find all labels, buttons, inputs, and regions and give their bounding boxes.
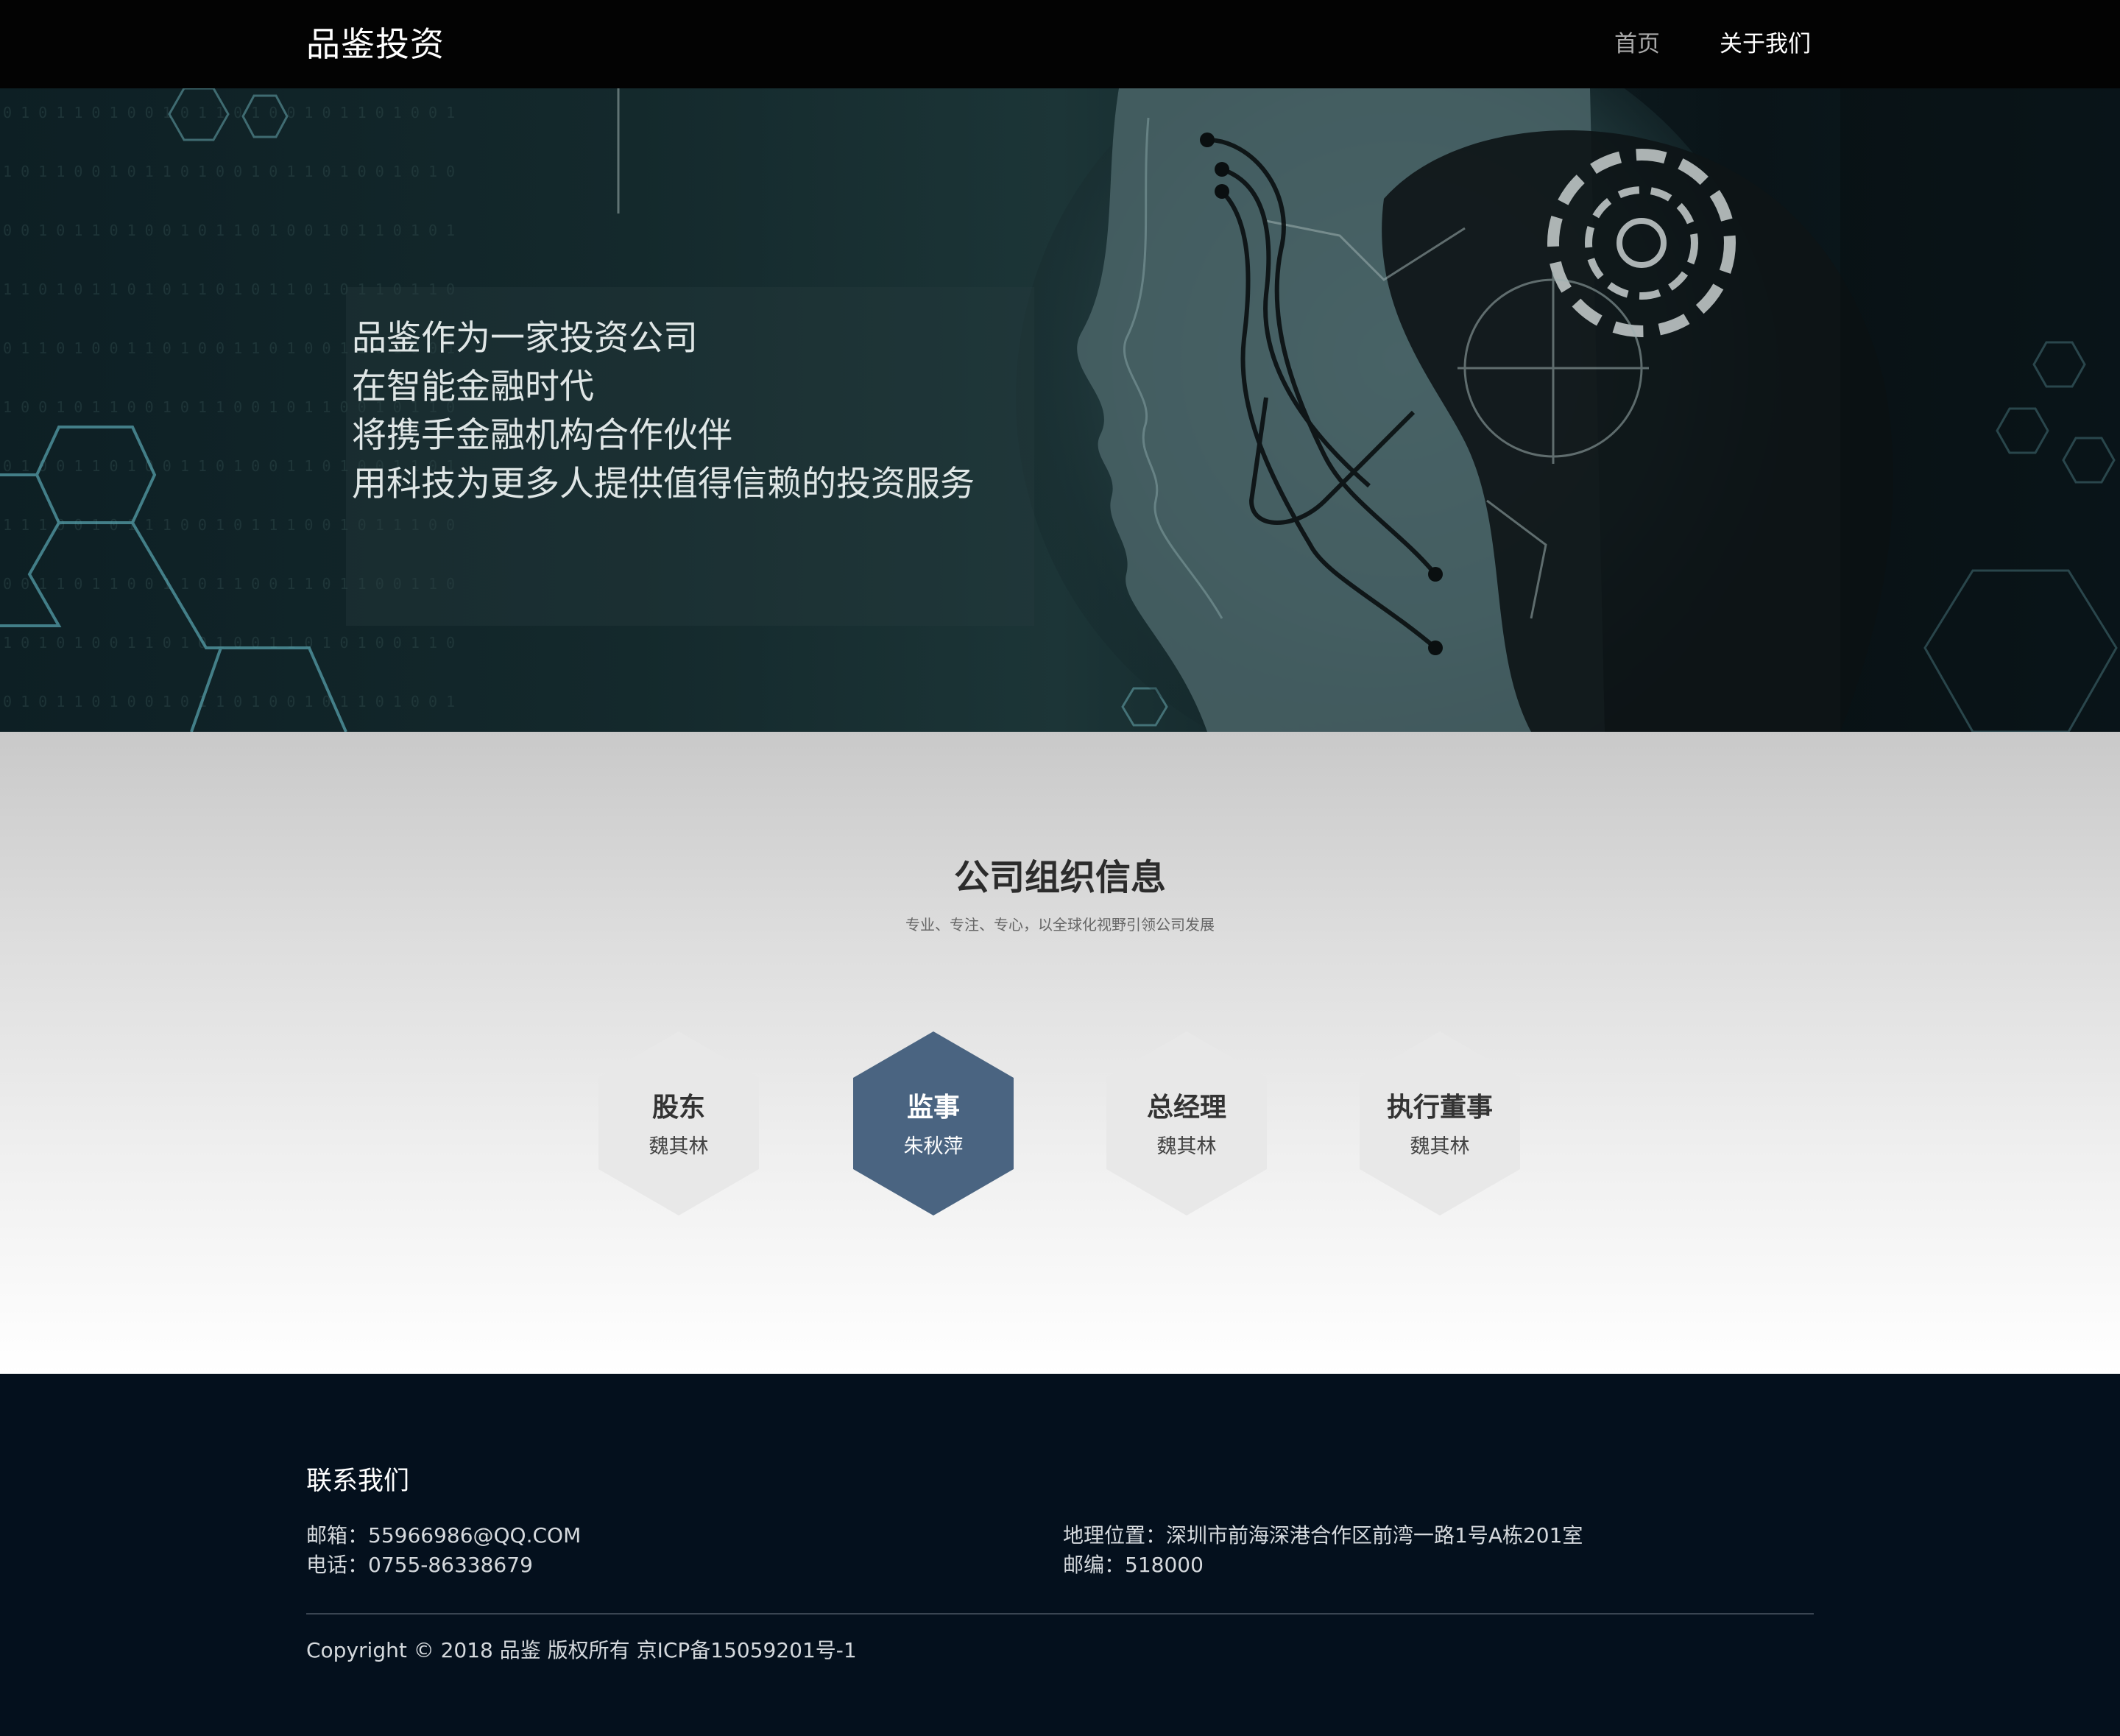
footer: 联系我们 邮箱：55966986@QQ.COM 电话：0755-86338679…: [0, 1374, 2120, 1736]
nav-link-about[interactable]: 关于我们: [1720, 28, 1811, 60]
footer-address: 地理位置：深圳市前海深港合作区前湾一路1号A栋201室: [1063, 1523, 1583, 1548]
brand-logo[interactable]: 品鉴投资: [306, 22, 445, 66]
hero-slogan-line-3: 将携手金融机构合作伙伴: [352, 415, 732, 456]
hero-illustration: 0 1 0 1 1 0 1 0 0 1 0 1 1 0 1 0 0 1 0 1 …: [0, 88, 2120, 732]
org-card-name: 魏其林: [1156, 1135, 1217, 1158]
org-info-section: 公司组织信息 专业、专注、专心，以全球化视野引领公司发展 股东 魏其林 监事 朱…: [0, 732, 2120, 1374]
footer-email: 邮箱：55966986@QQ.COM: [306, 1523, 582, 1548]
org-card-role: 总经理: [1146, 1093, 1226, 1123]
footer-copyright: Copyright © 2018 品鉴 版权所有 京ICP备15059201号-…: [306, 1638, 857, 1662]
org-card-shareholder[interactable]: 股东 魏其林: [596, 1030, 761, 1217]
org-card-name: 魏其林: [1410, 1135, 1470, 1158]
org-card-name: 魏其林: [649, 1135, 709, 1158]
footer-divider: [306, 1613, 1814, 1615]
org-card-role: 执行董事: [1386, 1093, 1493, 1123]
section-title: 公司组织信息: [953, 857, 1166, 898]
svg-text:0 1 0 1 1 0 1 0 0 1 0 1 1 0 1: 0 1 0 1 1 0 1 0 0 1 0 1 1 0 1 0 0 1 0 1 …: [3, 693, 455, 710]
org-card-supervisor[interactable]: 监事 朱秋萍: [851, 1030, 1016, 1217]
org-card-general-manager[interactable]: 总经理 魏其林: [1104, 1030, 1269, 1217]
footer-postcode: 邮编：518000: [1063, 1553, 1204, 1577]
org-card-role: 股东: [651, 1093, 705, 1123]
footer-phone: 电话：0755-86338679: [306, 1553, 533, 1577]
svg-text:0 1 0 1 1 0 1 0 0 1 0 1 1 0 1: 0 1 0 1 1 0 1 0 0 1 0 1 1 0 1 0 0 1 0 1 …: [3, 104, 455, 121]
org-card-name: 朱秋萍: [903, 1135, 964, 1158]
nav-link-home[interactable]: 首页: [1614, 28, 1660, 60]
org-card-executive-director[interactable]: 执行董事 魏其林: [1357, 1030, 1522, 1217]
svg-text:1 0 1 1 0 0 1 0 1 1 0 1 0 0 1: 1 0 1 1 0 0 1 0 1 1 0 1 0 0 1 0 1 1 0 1 …: [3, 163, 455, 180]
hero-banner: 0 1 0 1 1 0 1 0 0 1 0 1 1 0 1 0 0 1 0 1 …: [0, 88, 2120, 732]
hero-slogan-line-4: 用科技为更多人提供值得信赖的投资服务: [352, 464, 975, 504]
hero-slogan-line-2: 在智能金融时代: [352, 367, 594, 407]
footer-title: 联系我们: [306, 1467, 410, 1496]
hero-slogan-line-1: 品鉴作为一家投资公司: [352, 318, 698, 359]
section-subtitle: 专业、专注、专心，以全球化视野引领公司发展: [905, 916, 1215, 934]
svg-text:0 0 1 0 1 1 0 1 0 0 1 0 1 1 0: 0 0 1 0 1 1 0 1 0 0 1 0 1 1 0 1 0 0 1 0 …: [3, 222, 455, 239]
top-navbar: 品鉴投资 首页 关于我们: [0, 0, 2120, 88]
org-card-role: 监事: [906, 1093, 960, 1123]
